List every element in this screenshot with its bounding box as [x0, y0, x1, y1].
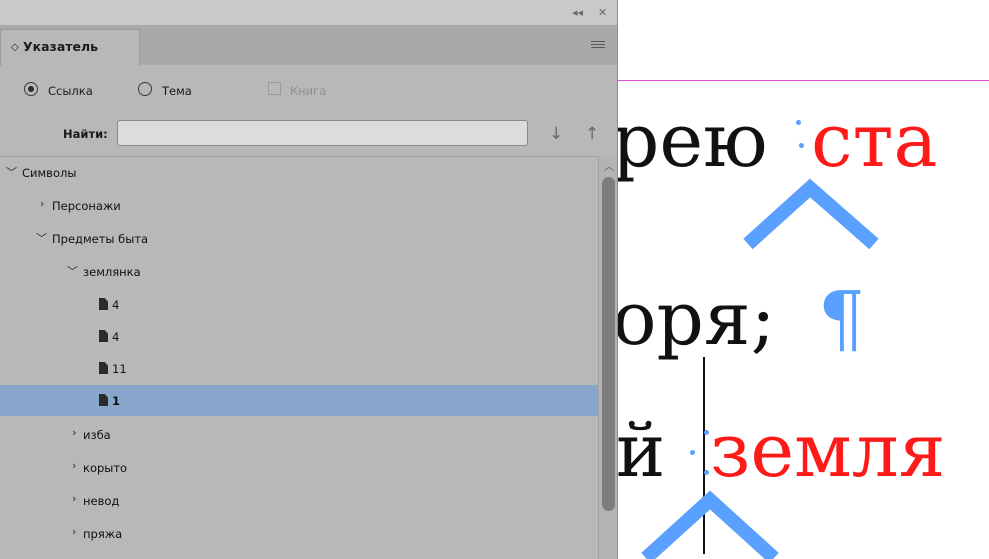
- find-input[interactable]: [117, 120, 528, 146]
- index-marker-dot: [799, 143, 804, 148]
- page-number: 4: [112, 330, 120, 344]
- close-icon[interactable]: ✕: [598, 6, 607, 19]
- page-number: 4: [112, 298, 120, 312]
- topic-radio[interactable]: [138, 82, 152, 96]
- tree-item-yarn[interactable]: › пряжа: [0, 518, 598, 549]
- chevron-down-icon[interactable]: ﹀: [6, 164, 17, 180]
- index-marker-dot: [690, 450, 695, 455]
- find-label: Найти:: [63, 127, 108, 141]
- scroll-up-icon[interactable]: ︿: [604, 158, 614, 173]
- mode-selector: Ссылка Тема Книга: [0, 78, 617, 102]
- book-checkbox-label: Книга: [290, 84, 327, 98]
- reference-radio[interactable]: [24, 82, 38, 96]
- index-marker-dot: [796, 120, 801, 125]
- tree-item-characters[interactable]: › Персонажи: [0, 190, 598, 221]
- page-reference-item[interactable]: 11: [0, 353, 598, 384]
- page-number: 1: [112, 394, 121, 408]
- tab-index-label: Указатель: [23, 39, 99, 54]
- find-row: Найти: ↓ ↑: [0, 118, 617, 152]
- book-checkbox[interactable]: [268, 82, 281, 95]
- tree-item-label: изба: [83, 428, 111, 442]
- text-line-1-red: ста: [811, 98, 938, 184]
- chevron-down-icon[interactable]: ﹀: [67, 263, 78, 279]
- chevron-right-icon[interactable]: ›: [72, 459, 76, 472]
- tree-item-label: Предметы быта: [52, 232, 149, 246]
- tree-item-household-items[interactable]: ﹀ Предметы быта: [0, 223, 598, 254]
- tree-item-label: невод: [83, 494, 120, 508]
- text-line-2-black: оря;: [618, 276, 776, 362]
- index-marker-dot: [704, 470, 709, 475]
- tree-item-label: корыто: [83, 461, 128, 475]
- text-line-3-red: земля: [710, 408, 946, 494]
- scrollbar-thumb[interactable]: [602, 177, 615, 511]
- page-reference-item[interactable]: 4: [0, 321, 598, 352]
- tree-item-label: пряжа: [83, 527, 123, 541]
- chevron-right-icon[interactable]: ›: [72, 525, 76, 538]
- index-marker-caret-icon: [641, 490, 779, 559]
- pilcrow-icon: ¶: [818, 276, 866, 362]
- page-icon: [99, 394, 108, 406]
- tree-item-trough[interactable]: › корыто: [0, 452, 598, 483]
- chevron-right-icon[interactable]: ›: [40, 197, 44, 210]
- text-line-3-black: й: [618, 408, 666, 494]
- page-reference-item[interactable]: 4: [0, 289, 598, 320]
- page-number: 11: [112, 362, 127, 376]
- page-reference-item-selected[interactable]: 1: [0, 385, 598, 416]
- margin-guide: [618, 80, 989, 81]
- reference-radio-label[interactable]: Ссылка: [48, 84, 93, 98]
- index-marker-caret-icon: [743, 178, 879, 250]
- find-previous-button[interactable]: ↑: [585, 124, 599, 144]
- collapse-panel-icon[interactable]: ◂◂: [572, 6, 583, 19]
- page-icon: [99, 298, 108, 310]
- tree-item-label: землянка: [83, 265, 141, 279]
- page-icon: [99, 330, 108, 342]
- chevron-right-icon[interactable]: ›: [72, 426, 76, 439]
- tree-item-label: Персонажи: [52, 199, 121, 213]
- index-panel: ◂◂ ✕ ◇ Указатель Ссылка Тема Книга Найти…: [0, 0, 618, 559]
- find-next-button[interactable]: ↓: [549, 124, 563, 144]
- tree-scrollbar[interactable]: ︿: [598, 156, 617, 559]
- panel-menu-icon[interactable]: [591, 41, 605, 49]
- panel-toggle-icon[interactable]: ◇: [11, 42, 19, 53]
- page-icon: [99, 362, 108, 374]
- tab-index[interactable]: ◇ Указатель: [0, 29, 140, 66]
- tree-item-dugout[interactable]: ﹀ землянка: [0, 256, 598, 287]
- index-tree: ﹀ Символы › Персонажи ﹀ Предметы быта ﹀ …: [0, 156, 598, 559]
- text-line-1-black: рею: [618, 98, 768, 184]
- tree-item-label: Символы: [22, 166, 77, 180]
- panel-titlebar: ◂◂ ✕: [0, 0, 617, 25]
- document-canvas[interactable]: рею ста оря; ¶ й земля: [618, 0, 989, 559]
- tree-item-net[interactable]: › невод: [0, 485, 598, 516]
- panel-tab-row: ◇ Указатель: [0, 25, 617, 66]
- chevron-down-icon[interactable]: ﹀: [36, 230, 47, 246]
- tree-item-symbols[interactable]: ﹀ Символы: [0, 157, 598, 188]
- chevron-right-icon[interactable]: ›: [72, 492, 76, 505]
- tree-item-hut[interactable]: › изба: [0, 419, 598, 450]
- topic-radio-label[interactable]: Тема: [162, 84, 192, 98]
- index-marker-dot: [704, 430, 709, 435]
